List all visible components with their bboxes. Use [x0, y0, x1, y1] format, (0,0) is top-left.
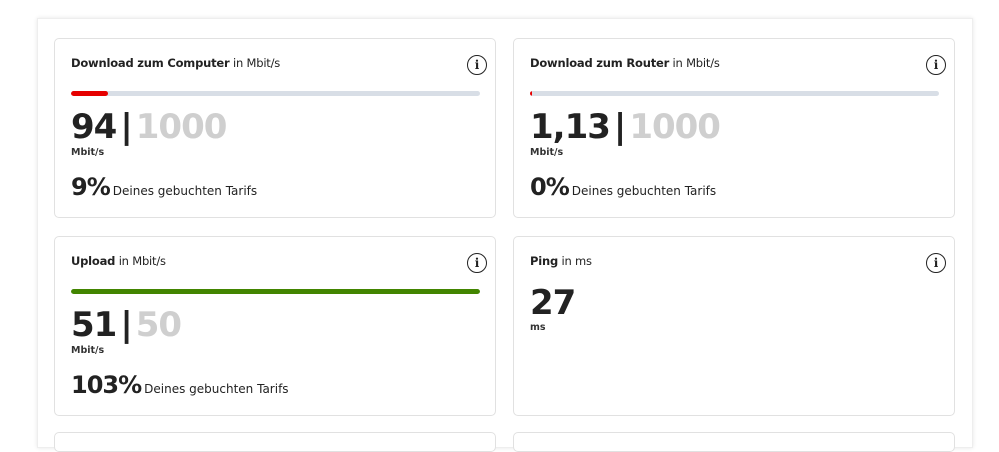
percent-line: 0% Deines gebuchten Tarifs	[530, 173, 716, 201]
card-title-strong: Upload	[71, 254, 116, 268]
progress-track	[530, 91, 939, 96]
measured-value: 1,13	[530, 107, 611, 147]
card-title-unit: in Mbit/s	[118, 254, 166, 268]
value-separator: |	[120, 107, 132, 147]
ping-unit: ms	[530, 322, 546, 333]
upload-card: Upload in Mbit/s i 51 | 50 Mbit/s 103% Dein…	[54, 236, 496, 416]
ping-card: Ping in ms i 27 ms	[513, 236, 955, 416]
percent-value: 9%	[71, 173, 111, 201]
card-title-unit: in ms	[561, 254, 592, 268]
percent-label: Deines gebuchten Tarifs	[144, 382, 289, 396]
progress-track	[71, 289, 480, 294]
percent-label: Deines gebuchten Tarifs	[571, 184, 717, 198]
card-title-strong: Download zum Router	[530, 56, 670, 70]
value-unit: Mbit/s	[71, 345, 105, 356]
next-card-right	[513, 432, 955, 452]
measured-value: 51	[71, 305, 117, 345]
speed-value: 51 | 50	[71, 305, 182, 345]
percent-label: Deines gebuchten Tarifs	[112, 184, 258, 198]
info-icon[interactable]: i	[467, 253, 487, 273]
speed-value: 94 | 1000	[71, 107, 228, 147]
progress-fill	[71, 289, 480, 294]
percent-line: 103% Deines gebuchten Tarifs	[71, 371, 289, 399]
percent-value: 103%	[71, 371, 142, 399]
card-title-unit: in Mbit/s	[232, 56, 281, 70]
card-title-strong: Download zum Computer	[71, 56, 230, 70]
card-title: Upload in Mbit/s	[71, 254, 166, 268]
next-card-left	[54, 432, 496, 452]
card-title: Download zum Router in Mbit/s	[530, 56, 720, 70]
percent-line: 9% Deines gebuchten Tarifs	[71, 173, 257, 201]
value-unit: Mbit/s	[71, 147, 105, 158]
value-separator: |	[613, 107, 626, 147]
download-router-card: Download zum Router in Mbit/s i 1,13 | 100…	[513, 38, 955, 218]
card-title: Download zum Computer in Mbit/s	[71, 56, 280, 70]
card-title-unit: in Mbit/s	[672, 56, 720, 70]
booked-max-value: 1000	[629, 107, 721, 147]
info-icon[interactable]: i	[467, 55, 487, 75]
info-icon[interactable]: i	[926, 55, 946, 75]
speed-value: 1,13 | 1000	[530, 107, 721, 147]
progress-fill	[530, 91, 532, 96]
card-title-strong: Ping	[530, 254, 558, 268]
percent-value: 0%	[530, 173, 570, 201]
download-computer-card: Download zum Computer in Mbit/s i 94 | 100…	[54, 38, 496, 218]
progress-fill	[71, 91, 108, 96]
info-icon[interactable]: i	[926, 253, 946, 273]
booked-max-value: 50	[135, 305, 182, 345]
booked-max-value: 1000	[135, 107, 228, 147]
value-unit: Mbit/s	[530, 147, 564, 158]
progress-track	[71, 91, 480, 96]
measured-value: 94	[71, 107, 117, 147]
card-title: Ping in ms	[530, 254, 592, 268]
value-separator: |	[120, 305, 132, 345]
ping-value: 27	[530, 283, 576, 323]
